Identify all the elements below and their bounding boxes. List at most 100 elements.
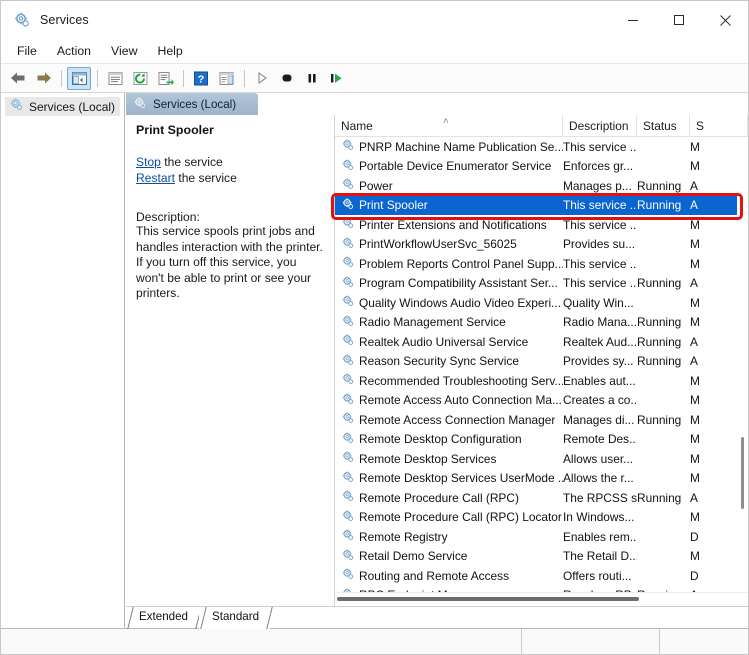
menu-help[interactable]: Help	[147, 42, 192, 61]
cell-service-name: Printer Extensions and Notifications	[335, 216, 563, 233]
restart-service-link[interactable]: Restart	[136, 171, 175, 185]
table-row[interactable]: Quality Windows Audio Video Experi... Qua…	[335, 293, 748, 313]
minimize-button[interactable]	[610, 1, 656, 39]
back-icon[interactable]	[6, 67, 30, 90]
service-name-label: Reason Security Sync Service	[359, 354, 519, 369]
table-row[interactable]: Radio Management Service Radio Mana... Run…	[335, 313, 748, 333]
refresh-icon[interactable]	[128, 67, 152, 90]
restart-service-suffix: the service	[174, 171, 237, 185]
table-row[interactable]: Reason Security Sync Service Provides sy.…	[335, 352, 748, 372]
menu-action[interactable]: Action	[47, 42, 101, 61]
cell-status: Running	[637, 412, 682, 427]
service-name-label: Remote Desktop Services	[359, 451, 497, 466]
list-horizontal-scrollbar[interactable]	[335, 592, 748, 606]
cell-status: Running	[637, 490, 682, 505]
horizontal-scrollbar-thumb[interactable]	[337, 597, 639, 601]
cell-service-name: Power	[335, 177, 563, 194]
list-column-header: Name ˄ Description Status S	[335, 114, 748, 137]
cell-description: The RPCSS s...	[563, 490, 637, 505]
service-name-label: Print Spooler	[359, 198, 428, 213]
service-name-label: Printer Extensions and Notifications	[359, 217, 547, 232]
service-gear-icon	[341, 255, 355, 272]
service-name-label: Remote Procedure Call (RPC) Locator	[359, 510, 562, 525]
show-hide-action-pane-icon[interactable]	[214, 67, 238, 90]
table-row[interactable]: PNRP Machine Name Publication Se... This …	[335, 137, 748, 157]
start-service-icon[interactable]	[250, 67, 274, 90]
cell-description: Provides sy...	[563, 354, 634, 369]
cell-service-name: Reason Security Sync Service	[335, 353, 563, 370]
toolbar-separator-4	[244, 69, 245, 87]
cell-service-name: Remote Access Auto Connection Ma...	[335, 392, 563, 409]
table-row[interactable]: Printer Extensions and Notifications This…	[335, 215, 748, 235]
service-gear-icon	[341, 138, 355, 155]
vertical-scrollbar-thumb[interactable]	[741, 437, 744, 509]
service-gear-icon	[341, 528, 355, 545]
cell-service-name: Realtek Audio Universal Service	[335, 333, 563, 350]
service-name-label: Quality Windows Audio Video Experi...	[359, 295, 562, 310]
table-row[interactable]: Program Compatibility Assistant Ser... Th…	[335, 274, 748, 294]
cell-description: Creates a co...	[563, 393, 637, 408]
service-name-label: Retail Demo Service	[359, 549, 468, 564]
forward-icon[interactable]	[31, 67, 55, 90]
service-gear-icon	[341, 333, 355, 350]
service-name-label: Realtek Audio Universal Service	[359, 334, 529, 349]
table-row[interactable]: Print Spooler This service ... Running A	[335, 195, 748, 215]
table-row[interactable]: Remote Desktop Services UserMode ... Allo…	[335, 469, 748, 489]
tab-extended[interactable]: Extended	[126, 607, 199, 629]
table-row[interactable]: Remote Procedure Call (RPC) Locator In Wi…	[335, 508, 748, 528]
services-gear-icon	[13, 11, 31, 29]
table-row[interactable]: Realtek Audio Universal Service Realtek A…	[335, 332, 748, 352]
tree-item-services-local[interactable]: Services (Local)	[5, 97, 120, 116]
status-segment-3	[660, 629, 748, 654]
cell-description: Manages p...	[563, 178, 632, 193]
table-row[interactable]: Remote Desktop Configuration Remote Des..…	[335, 430, 748, 450]
column-header-name[interactable]: Name ˄	[335, 114, 563, 137]
cell-description: Allows user...	[563, 451, 634, 466]
close-button[interactable]	[702, 1, 748, 39]
table-row[interactable]: Retail Demo Service The Retail D... M	[335, 547, 748, 567]
list-vertical-scrollbar[interactable]	[737, 137, 748, 592]
table-row[interactable]: Power Manages p... Running A	[335, 176, 748, 196]
console-tab-services-local[interactable]: Services (Local)	[126, 93, 259, 115]
menu-bar: File Action View Help	[1, 39, 748, 64]
cell-description: Quality Win...	[563, 295, 634, 310]
cell-service-name: Print Spooler	[335, 197, 563, 214]
column-header-status[interactable]: Status	[637, 114, 690, 137]
column-header-description[interactable]: Description	[563, 114, 637, 137]
stop-service-link[interactable]: Stop	[136, 155, 161, 169]
table-row[interactable]: Portable Device Enumerator Service Enforc…	[335, 157, 748, 177]
help-icon[interactable]: ?	[189, 67, 213, 90]
table-row[interactable]: Recommended Troubleshooting Serv... Enabl…	[335, 371, 748, 391]
service-name-label: PrintWorkflowUserSvc_56025	[359, 237, 517, 252]
column-header-startup-type[interactable]: S	[690, 114, 748, 137]
cell-service-name: Quality Windows Audio Video Experi...	[335, 294, 563, 311]
properties-icon[interactable]	[103, 67, 127, 90]
show-hide-console-tree-icon[interactable]	[67, 66, 91, 90]
services-gear-icon	[9, 97, 24, 117]
service-gear-icon	[341, 353, 355, 370]
cell-description: This service ...	[563, 276, 637, 291]
pause-service-icon[interactable]	[300, 67, 324, 90]
service-gear-icon	[341, 314, 355, 331]
table-row[interactable]: Remote Procedure Call (RPC) The RPCSS s..…	[335, 488, 748, 508]
table-row[interactable]: Remote Access Connection Manager Manages …	[335, 410, 748, 430]
export-list-icon[interactable]	[153, 67, 177, 90]
menu-file[interactable]: File	[7, 42, 47, 61]
table-row[interactable]: Routing and Remote Access Offers routi...…	[335, 566, 748, 586]
table-row[interactable]: Problem Reports Control Panel Supp... Thi…	[335, 254, 748, 274]
maximize-button[interactable]	[656, 1, 702, 39]
table-row[interactable]: Remote Desktop Services Allows user... M	[335, 449, 748, 469]
table-row[interactable]: PrintWorkflowUserSvc_56025 Provides su...…	[335, 235, 748, 255]
tab-standard[interactable]: Standard	[199, 607, 271, 629]
menu-view[interactable]: View	[101, 42, 147, 61]
service-name-label: Remote Desktop Services UserMode ...	[359, 471, 563, 486]
window-body: Services (Local) Services (Local) Print …	[1, 93, 748, 629]
service-gear-icon	[341, 392, 355, 409]
table-row[interactable]: Remote Registry Enables rem... D	[335, 527, 748, 547]
table-row[interactable]: Remote Access Auto Connection Ma... Creat…	[335, 391, 748, 411]
service-name-label: Program Compatibility Assistant Ser...	[359, 276, 558, 291]
restart-service-icon[interactable]	[325, 67, 349, 90]
cell-description: This service ...	[563, 256, 637, 271]
stop-service-icon[interactable]	[275, 67, 299, 90]
service-name-label: Remote Registry	[359, 529, 448, 544]
